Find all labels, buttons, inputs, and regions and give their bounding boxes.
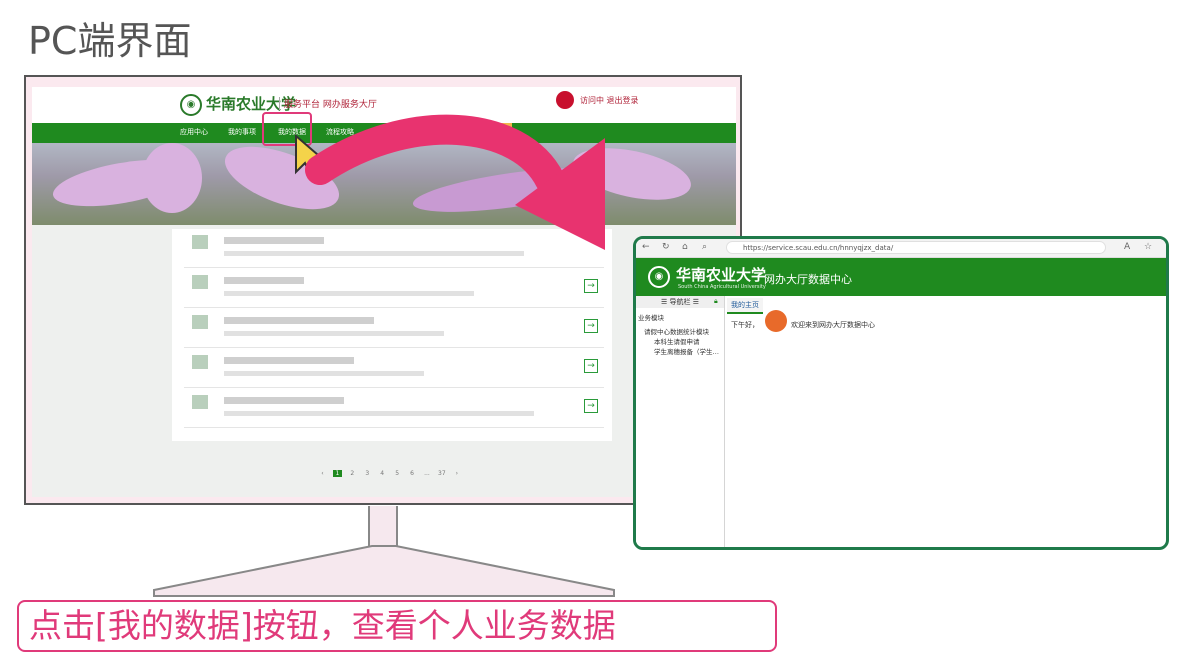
favorite-star-icon[interactable]: ☆ xyxy=(1144,242,1152,252)
list-item[interactable]: → xyxy=(184,389,604,428)
list-item[interactable]: → xyxy=(184,349,604,388)
page-6[interactable]: 6 xyxy=(408,470,417,477)
address-bar[interactable]: https://service.scau.edu.cn/hnnyqjzx_dat… xyxy=(726,241,1106,254)
nav-my-items[interactable]: 我的事项 xyxy=(228,127,256,137)
mascot-avatar xyxy=(765,310,787,332)
school-emblem-icon: ◉ xyxy=(648,266,670,288)
page-5[interactable]: 5 xyxy=(393,470,402,477)
monitor-base xyxy=(153,545,615,597)
welcome-text: 欢迎来到网办大厅数据中心 xyxy=(791,321,875,329)
school-emblem-icon: ◉ xyxy=(180,94,202,116)
tab-my-home[interactable]: 我的主页 xyxy=(727,298,763,314)
page-title: PC端界面 xyxy=(28,19,192,63)
app-title: 网办大厅数据中心 xyxy=(764,273,852,286)
refresh-icon[interactable]: ↻ xyxy=(662,242,670,252)
user-links[interactable]: 访问中 退出登录 xyxy=(580,95,639,106)
nav-app-center[interactable]: 应用中心 xyxy=(180,127,208,137)
sidebar-header: ☰ 导航栏 ☰ xyxy=(636,296,724,308)
page-ellipsis: ... xyxy=(424,470,430,477)
page-1[interactable]: 1 xyxy=(332,470,342,477)
sidebar-item-leave-stats[interactable]: 请假中心数据统计模块 xyxy=(644,326,709,336)
read-aloud-icon[interactable]: A xyxy=(1124,242,1130,252)
transition-arrow-icon xyxy=(305,114,605,250)
sidebar-item-business[interactable]: 业务模块 xyxy=(638,312,664,322)
header-school-en: South China Agricultural University xyxy=(678,284,766,290)
home-icon[interactable]: ⌂ xyxy=(682,242,688,252)
main-content: 我的主页 下午好， 欢迎来到网办大厅数据中心 xyxy=(725,296,1166,547)
page-4[interactable]: 4 xyxy=(378,470,387,477)
back-icon[interactable]: ← xyxy=(642,242,650,252)
search-icon[interactable]: ⌕ xyxy=(702,242,707,252)
open-arrow-icon[interactable]: → xyxy=(584,359,598,373)
pagination: ‹ 1 2 3 4 5 6 ... 37 › xyxy=(321,470,458,477)
open-arrow-icon[interactable]: → xyxy=(584,399,598,413)
sidebar: ☰ 导航栏 ☰ 🔒︎ 业务模块 请假中心数据统计模块 本科生请假申请 学生离穗报… xyxy=(636,296,725,547)
sidebar-item-student-report[interactable]: 学生离穗报备（学生… xyxy=(654,346,719,356)
header-school-name: 华南农业大学 xyxy=(676,266,767,284)
browser-window: ← ↻ ⌂ ⌕ https://service.scau.edu.cn/hnny… xyxy=(633,236,1169,550)
open-arrow-icon[interactable]: → xyxy=(584,319,598,333)
browser-toolbar: ← ↻ ⌂ ⌕ https://service.scau.edu.cn/hnny… xyxy=(636,239,1166,258)
list-item[interactable]: → xyxy=(184,309,604,348)
instruction-caption: 点击[我的数据]按钮，查看个人业务数据 xyxy=(17,600,777,652)
page-2[interactable]: 2 xyxy=(348,470,357,477)
lock-icon[interactable]: 🔒︎ xyxy=(714,297,718,306)
page-last[interactable]: 37 xyxy=(437,470,446,477)
site-subtitle: 服务平台 网办服务大厅 xyxy=(279,97,377,110)
greeting-prefix: 下午好， xyxy=(731,321,759,329)
app-header: ◉ 华南农业大学 South China Agricultural Univer… xyxy=(636,258,1166,296)
sidebar-item-undergrad-leave[interactable]: 本科生请假申请 xyxy=(654,336,700,346)
user-avatar[interactable] xyxy=(556,91,574,109)
page-3[interactable]: 3 xyxy=(363,470,372,477)
